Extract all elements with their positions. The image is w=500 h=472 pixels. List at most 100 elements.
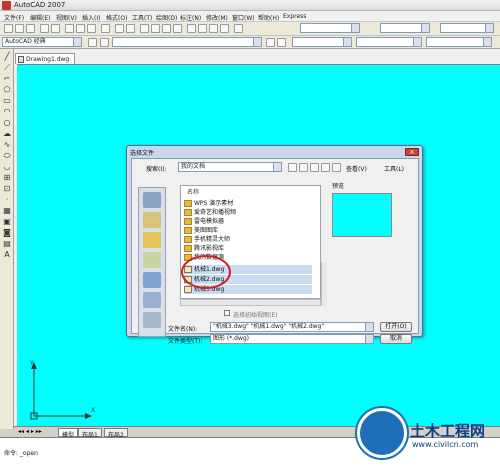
multiline-text-icon[interactable]: A — [2, 250, 12, 260]
delete-icon[interactable] — [321, 163, 330, 172]
insert-block-icon[interactable]: ⊞ — [2, 173, 12, 183]
print-icon[interactable] — [40, 24, 49, 33]
places-favorites-icon[interactable] — [143, 232, 161, 248]
hatch-icon[interactable]: ▦ — [2, 206, 12, 216]
places-history-icon[interactable] — [143, 192, 161, 208]
list-item[interactable]: 美图图库 — [184, 226, 218, 235]
pan-icon[interactable] — [140, 24, 149, 33]
layer-previous-icon[interactable] — [277, 38, 286, 47]
places-desktop-icon[interactable] — [143, 272, 161, 288]
title-bar: AutoCAD 2007 — [0, 0, 500, 11]
workspace-settings-icon[interactable] — [88, 38, 97, 47]
back-icon[interactable] — [288, 163, 297, 172]
point-icon[interactable]: · — [2, 195, 12, 205]
search-web-icon[interactable] — [310, 163, 319, 172]
file-list-scrollbar[interactable] — [321, 262, 327, 306]
list-item[interactable]: WPS 演示素材 — [184, 199, 233, 208]
menu-window[interactable]: 窗口(W) — [232, 13, 255, 22]
places-buzzsaw-icon[interactable] — [143, 292, 161, 308]
places-documents-icon[interactable] — [143, 212, 161, 228]
open-icon[interactable] — [15, 24, 24, 33]
construction-line-icon[interactable]: ⟋ — [2, 63, 12, 73]
gradient-icon[interactable]: ▣ — [2, 217, 12, 227]
file-list-hscrollbar[interactable] — [180, 299, 321, 306]
save-icon[interactable] — [26, 24, 35, 33]
make-block-icon[interactable]: ⊡ — [2, 184, 12, 194]
list-item[interactable]: 爱奇艺和播视频 — [184, 208, 236, 217]
cancel-button[interactable]: 取消 — [380, 334, 412, 344]
up-folder-icon[interactable] — [299, 163, 308, 172]
zoom-realtime-icon[interactable] — [151, 24, 160, 33]
menu-help[interactable]: 帮助(H) — [258, 13, 279, 22]
views-menu[interactable]: 查看(V) — [346, 164, 367, 173]
revision-cloud-icon[interactable]: ☁ — [2, 129, 12, 139]
filename-input[interactable]: "机械3.dwg" "机械1.dwg" "机械2.dwg" — [210, 322, 374, 332]
region-icon[interactable]: ◙ — [2, 228, 12, 238]
menu-draw[interactable]: 绘图(D) — [156, 13, 177, 22]
tab-model[interactable]: 模型 — [58, 428, 79, 439]
properties-icon[interactable] — [187, 24, 196, 33]
layer-combo[interactable] — [112, 37, 262, 47]
color-combo[interactable] — [292, 37, 352, 47]
design-center-icon[interactable] — [198, 24, 207, 33]
text-style-combo[interactable] — [300, 23, 360, 33]
menu-insert[interactable]: 插入(I) — [82, 13, 100, 22]
ellipse-arc-icon[interactable]: ◡ — [2, 162, 12, 172]
line-icon[interactable]: ╱ — [2, 52, 12, 62]
new-icon[interactable] — [4, 24, 13, 33]
menu-dimension[interactable]: 标注(N) — [180, 13, 201, 22]
rectangle-icon[interactable]: ▭ — [2, 96, 12, 106]
tab-layout1[interactable]: 布局1 — [78, 428, 102, 439]
lookin-combo[interactable]: 我的文档 — [178, 162, 282, 172]
preview-icon[interactable] — [51, 24, 60, 33]
close-icon[interactable]: ✕ — [405, 148, 419, 156]
sheet-set-icon[interactable] — [220, 24, 229, 33]
paste-icon[interactable] — [87, 24, 96, 33]
spline-icon[interactable]: ∿ — [2, 140, 12, 150]
new-folder-icon[interactable] — [332, 163, 341, 172]
list-item[interactable]: 腾讯影视库 — [184, 244, 224, 253]
tools-menu[interactable]: 工具(L) — [384, 164, 404, 173]
arc-icon[interactable]: ◠ — [2, 107, 12, 117]
open-button[interactable]: 打开(O) — [380, 322, 412, 332]
table-style-combo[interactable] — [440, 23, 494, 33]
drawing-window-tab[interactable]: Drawing1.dwg — [15, 53, 75, 64]
lineweight-combo[interactable] — [426, 37, 492, 47]
list-item[interactable]: 手机精灵大师 — [184, 235, 230, 244]
menu-modify[interactable]: 修改(M) — [206, 13, 228, 22]
menu-edit[interactable]: 编辑(E) — [30, 13, 50, 22]
circle-icon[interactable]: ○ — [2, 118, 12, 128]
cut-icon[interactable] — [65, 24, 74, 33]
menu-file[interactable]: 文件(F) — [4, 13, 24, 22]
zoom-previous-icon[interactable] — [173, 24, 182, 33]
tool-palettes-icon[interactable] — [209, 24, 218, 33]
zoom-window-icon[interactable] — [162, 24, 171, 33]
tab-nav-arrows-icon[interactable]: ◂◂ ◂ ▸ ▸▸ — [18, 428, 42, 435]
places-network-icon[interactable] — [143, 312, 161, 328]
polyline-icon[interactable]: ⌐ — [2, 74, 12, 84]
polygon-icon[interactable]: ⬠ — [2, 85, 12, 95]
menu-view[interactable]: 视图(V) — [56, 13, 77, 22]
filetype-select[interactable]: 图形 (*.dwg) — [210, 334, 374, 344]
menu-format[interactable]: 格式(O) — [106, 13, 127, 22]
list-item[interactable]: 雷电模拟器 — [184, 217, 224, 226]
name-column-header[interactable]: 名称 — [184, 188, 199, 197]
tab-layout2[interactable]: 布局2 — [104, 428, 128, 439]
redo-icon[interactable] — [126, 24, 135, 33]
ellipse-icon[interactable]: ⬭ — [2, 151, 12, 161]
partial-open-checkbox[interactable] — [224, 310, 230, 316]
dim-style-combo[interactable] — [380, 23, 430, 33]
copy-icon[interactable] — [76, 24, 85, 33]
layer-manager-icon[interactable] — [100, 38, 109, 47]
menu-tools[interactable]: 工具(T) — [132, 13, 152, 22]
menu-express[interactable]: Express — [283, 13, 306, 20]
linetype-combo[interactable] — [356, 37, 422, 47]
help-icon[interactable] — [234, 24, 243, 33]
match-properties-icon[interactable] — [101, 24, 110, 33]
table-icon[interactable]: ▤ — [2, 239, 12, 249]
undo-icon[interactable] — [115, 24, 124, 33]
layers-toolbar: AutoCAD 经典 — [0, 36, 500, 49]
places-ftp-icon[interactable] — [143, 252, 161, 268]
make-current-layer-icon[interactable] — [266, 38, 275, 47]
workspace-combo[interactable]: AutoCAD 经典 — [2, 37, 82, 47]
